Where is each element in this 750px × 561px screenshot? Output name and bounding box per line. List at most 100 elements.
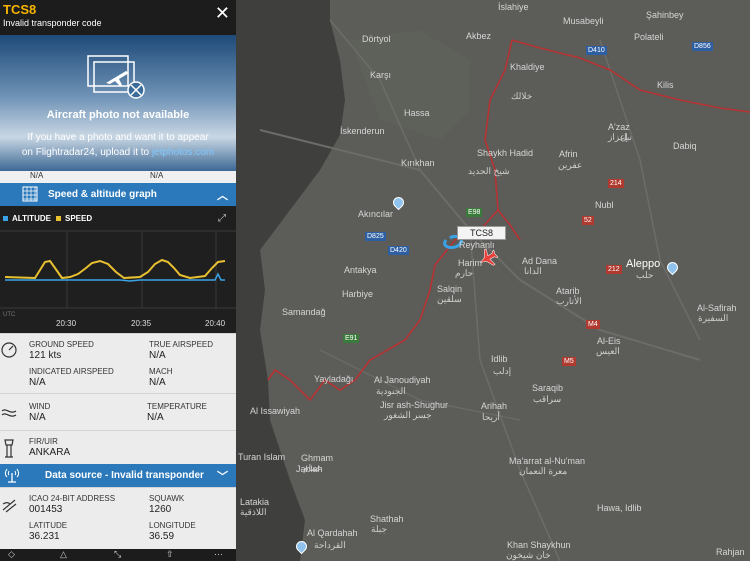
map-place-label: Atarib bbox=[556, 286, 580, 296]
map-place-label: Arihah bbox=[481, 401, 508, 411]
map-place-label: Khaldiye bbox=[510, 62, 545, 72]
tower-icon bbox=[4, 439, 14, 458]
temperature-label: TEMPERATURE bbox=[147, 402, 207, 411]
road-label: D825 bbox=[365, 232, 386, 241]
map-place-label: Al Janoudiyah bbox=[374, 375, 431, 385]
utc-label: UTC bbox=[3, 312, 16, 318]
road-label: D856 bbox=[692, 42, 713, 51]
road-label: 52 bbox=[582, 216, 594, 225]
map-place-label: Shathah bbox=[370, 514, 404, 524]
jetphotos-link[interactable]: jetphotos.com bbox=[152, 147, 214, 158]
map-arabic-label: حارم bbox=[455, 268, 474, 278]
map-arabic-label: الأتارب bbox=[556, 296, 582, 306]
map-place-label: Latakia bbox=[240, 497, 270, 507]
map-place-label: Khan Shaykhun bbox=[507, 540, 571, 550]
chevron-up-icon[interactable]: ︿ bbox=[217, 187, 228, 203]
map-arabic-label: سلقين bbox=[437, 294, 462, 304]
wind-icon bbox=[1, 409, 17, 417]
wind-label: WIND bbox=[29, 402, 51, 411]
map-place-label: Al Qardahah bbox=[307, 528, 358, 538]
toolbar-icon[interactable]: ⋯ bbox=[214, 549, 223, 560]
fir-value: ANKARA bbox=[29, 447, 71, 458]
antenna-icon bbox=[5, 468, 19, 483]
map-place-label: Akıncılar bbox=[358, 209, 394, 219]
map-place-label: Karşı bbox=[370, 70, 392, 80]
latitude-value: 36.231 bbox=[29, 531, 60, 542]
true-airspeed-label: TRUE AIRSPEED bbox=[149, 340, 214, 349]
map-place-label: Al-Safirah bbox=[697, 303, 737, 313]
road-label: M5 bbox=[562, 357, 576, 366]
map-place-label: Ad Dana bbox=[522, 256, 558, 266]
chevron-down-icon[interactable]: ﹀ bbox=[217, 468, 228, 484]
speed-altitude-section-header[interactable]: Speed & altitude graph ︿ bbox=[0, 183, 236, 206]
map-place-label: İslahiye bbox=[498, 2, 529, 12]
map-place-label: Polateli bbox=[634, 32, 664, 42]
map-place-label: Shaykh Hadid bbox=[477, 148, 534, 158]
toolbar-icon[interactable]: △ bbox=[60, 549, 67, 560]
toolbar-icon[interactable]: ⤡ bbox=[114, 549, 121, 560]
map-place-label: Ma'arrat al-Nu'man bbox=[509, 456, 585, 466]
map-place-label: Kırıkhan bbox=[401, 158, 435, 168]
speed-series-line bbox=[4, 258, 226, 280]
aircraft-label[interactable]: TCS8 bbox=[457, 226, 507, 240]
map-arabic-label: معرة النعمان bbox=[519, 466, 568, 476]
true-airspeed-value: N/A bbox=[149, 350, 166, 361]
grid-chart-icon bbox=[22, 186, 38, 202]
mach-label: MACH bbox=[149, 367, 173, 376]
road-label: E98 bbox=[466, 208, 483, 217]
map-place-label: Jisr ash-Shughur bbox=[380, 400, 449, 410]
map-arabic-label: إعزاز bbox=[608, 132, 628, 142]
map-place-label: Ghmam bbox=[301, 453, 334, 463]
subtitle: Invalid transponder code bbox=[3, 18, 102, 28]
squawk-label: SQUAWK bbox=[149, 494, 185, 503]
map-place-label: Hassa bbox=[404, 108, 430, 118]
map-arabic-label: جسر الشغور bbox=[384, 410, 432, 420]
map-arabic-label: القرداحة bbox=[314, 540, 346, 550]
map-arabic-label: السفيرة bbox=[698, 313, 729, 323]
flight-info-panel: TCS8 Invalid transponder code ✕ Aircraft… bbox=[0, 0, 236, 561]
mach-value: N/A bbox=[149, 377, 166, 388]
section-label: Data source - Invalid transponder bbox=[45, 470, 204, 481]
map-arabic-label: خلالك bbox=[511, 91, 533, 101]
map-place-label: Antakya bbox=[344, 265, 377, 275]
map-arabic-label: عفرين bbox=[558, 160, 583, 170]
speed-altitude-chart: ALTITUDE SPEED ⤢ UTC 20:30 20:35 20:40 bbox=[0, 206, 236, 333]
data-source-section-header[interactable]: Data source - Invalid transponder ﹀ bbox=[0, 464, 236, 487]
map-arabic-label: العيس bbox=[596, 346, 620, 356]
map-place-label: Saraqib bbox=[532, 383, 564, 393]
map-arabic-label: أريحا bbox=[482, 412, 500, 422]
close-icon[interactable]: ✕ bbox=[215, 3, 230, 24]
map-arabic-label: شيخ الحديد bbox=[468, 166, 510, 176]
map-place-label: Musabeyli bbox=[563, 16, 604, 26]
map-arabic-label: خان شيخون bbox=[506, 550, 551, 560]
data-source-row: ICAO 24-BIT ADDRESS 001453 SQUAWK 1260 L… bbox=[0, 487, 236, 549]
toolbar-icon[interactable]: ⇧ bbox=[166, 549, 174, 560]
tick-label: 20:35 bbox=[131, 319, 152, 328]
map-place-label: Nubl bbox=[595, 200, 614, 210]
chart-plot bbox=[0, 230, 236, 309]
map-place-label: Rahjan bbox=[716, 547, 745, 557]
panel-header: TCS8 Invalid transponder code ✕ bbox=[0, 0, 236, 35]
speedometer-icon bbox=[1, 342, 17, 358]
map-arabic-label: عمام bbox=[303, 463, 322, 473]
map-place-label: Akbez bbox=[466, 31, 492, 41]
map-place-label: Afrin bbox=[559, 149, 578, 159]
map-place-label: Al-Eis bbox=[597, 336, 621, 346]
map-place-label: Harbiye bbox=[342, 289, 374, 299]
fir-info-row: FIR/UIR ANKARA bbox=[0, 430, 236, 464]
toolbar-icon[interactable]: ◇ bbox=[8, 549, 15, 560]
clipped-value: N/A bbox=[150, 171, 164, 180]
longitude-value: 36.59 bbox=[149, 531, 175, 542]
road-label: E91 bbox=[343, 334, 360, 343]
map-arabic-label: سراقب bbox=[533, 394, 562, 404]
road-label: 214 bbox=[608, 179, 624, 188]
indicated-airspeed-value: N/A bbox=[29, 377, 46, 388]
indicated-airspeed-label: INDICATED AIRSPEED bbox=[29, 367, 114, 376]
clipped-value: N/A bbox=[30, 171, 44, 180]
wind-value: N/A bbox=[29, 412, 46, 423]
map-place-label: Turan Islam bbox=[238, 452, 286, 462]
map-place-label: Kilis bbox=[657, 80, 674, 90]
map-place-label: Salqin bbox=[437, 284, 463, 294]
map-place-label: A'zaz bbox=[608, 122, 630, 132]
longitude-label: LONGITUDE bbox=[149, 521, 196, 530]
